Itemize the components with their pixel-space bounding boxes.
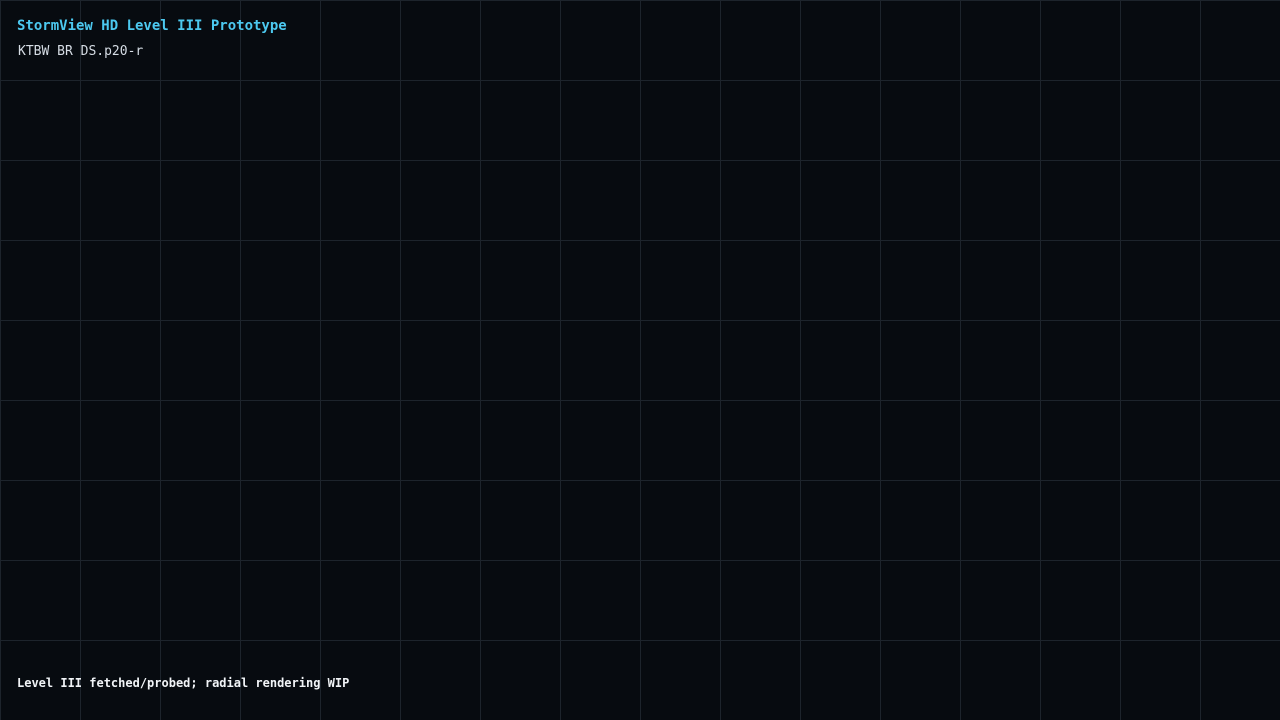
status-message: Level III fetched/probed; radial renderi…: [17, 676, 350, 690]
station-product-label: KTBW BR DS.p20-r: [18, 44, 144, 59]
radar-canvas[interactable]: [0, 0, 1280, 720]
app-title: StormView HD Level III Prototype: [17, 18, 287, 34]
